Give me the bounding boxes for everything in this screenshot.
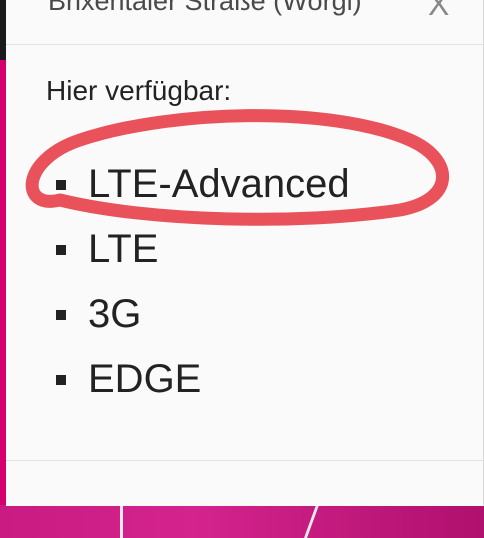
technology-list: LTE-Advanced LTE 3G EDGE [56, 152, 350, 412]
popup-title: Brixentaler Straße (Wörgl) [48, 0, 362, 16]
technology-label: LTE [88, 227, 159, 271]
bullet-icon [56, 179, 66, 190]
list-item: 3G [56, 282, 350, 347]
technology-label: EDGE [88, 357, 202, 401]
list-item: LTE [56, 217, 350, 282]
availability-heading: Hier verfügbar: [46, 75, 232, 106]
bullet-icon [56, 374, 66, 385]
close-icon[interactable]: X [428, 0, 449, 20]
map-road [120, 505, 123, 538]
bullet-icon [56, 309, 66, 320]
list-item: LTE-Advanced [56, 152, 350, 217]
map-background [0, 505, 484, 538]
availability-popup: Brixentaler Straße (Wörgl) X Hier verfüg… [6, 0, 484, 506]
popup-footer-divider [6, 460, 483, 461]
list-item: EDGE [56, 347, 350, 412]
technology-label: LTE-Advanced [88, 162, 350, 206]
technology-label: 3G [88, 292, 142, 336]
popup-header: Brixentaler Straße (Wörgl) X [6, 0, 483, 45]
bullet-icon [56, 244, 66, 255]
map-road [303, 505, 320, 538]
